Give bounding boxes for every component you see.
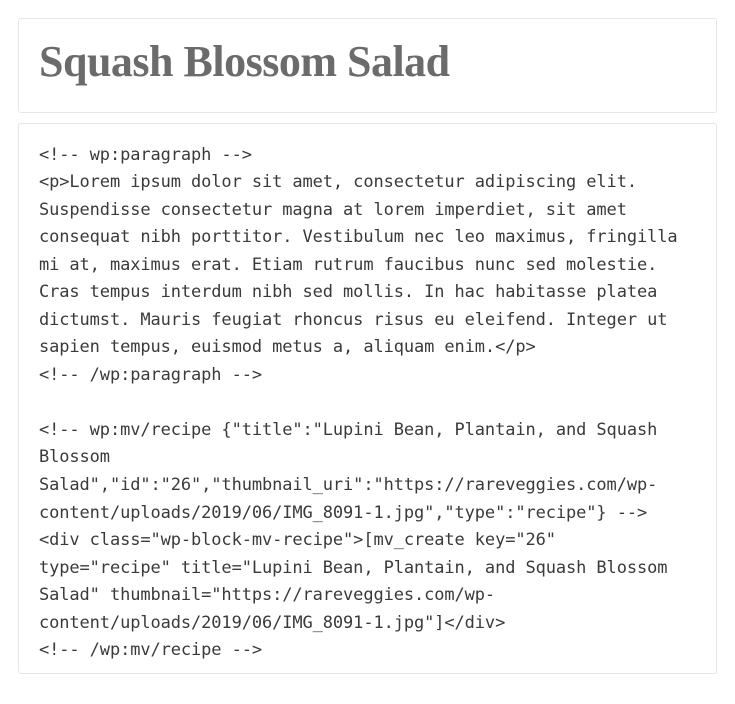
code-card: <!-- wp:paragraph --> <p>Lorem ipsum dol… [18, 123, 717, 674]
page-title: Squash Blossom Salad [39, 37, 696, 88]
code-block: <!-- wp:paragraph --> <p>Lorem ipsum dol… [39, 142, 696, 665]
title-card: Squash Blossom Salad [18, 18, 717, 113]
